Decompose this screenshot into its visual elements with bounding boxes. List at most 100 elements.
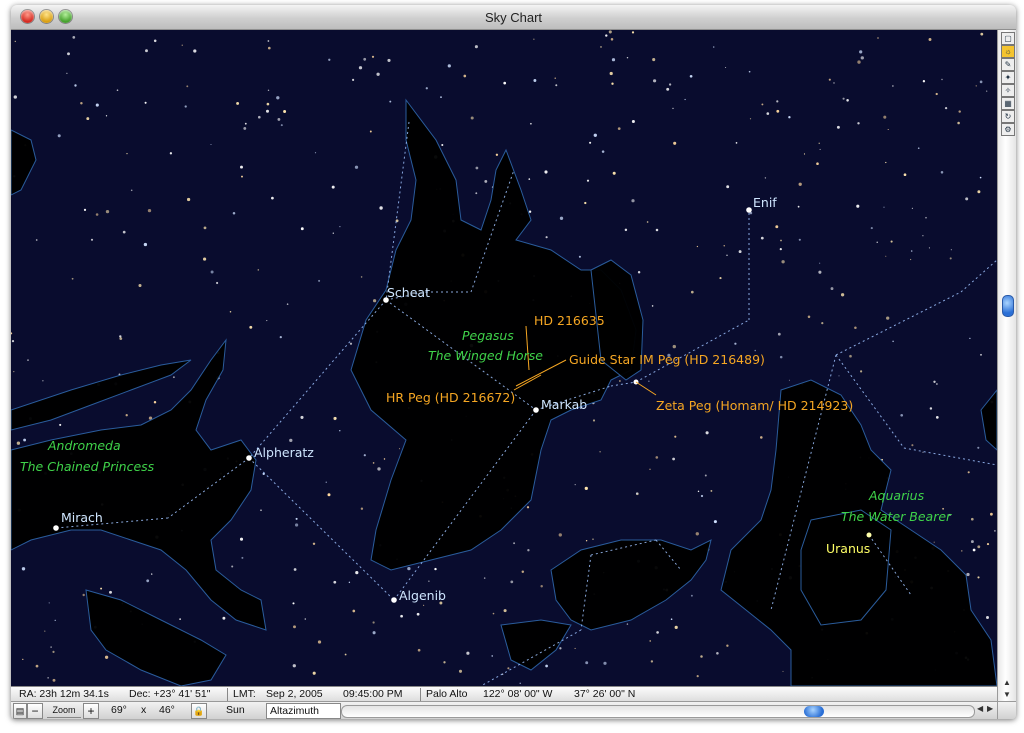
background-star <box>352 609 356 613</box>
background-star <box>876 241 878 243</box>
background-star <box>969 337 971 340</box>
resize-corner[interactable] <box>997 701 1016 719</box>
background-star <box>470 116 474 120</box>
ra-readout: RA: 23h 12m 34.1s <box>19 688 109 700</box>
background-star <box>35 239 38 241</box>
background-star <box>780 239 782 242</box>
background-star <box>776 100 779 103</box>
background-star <box>735 142 738 144</box>
background-star <box>716 652 719 655</box>
background-star <box>239 537 244 541</box>
background-star <box>775 225 779 229</box>
center-object-field[interactable]: Sun <box>226 703 245 717</box>
background-star <box>977 576 980 579</box>
background-star <box>725 66 727 69</box>
rotate-icon[interactable]: ↻ <box>1001 110 1015 123</box>
scroll-right-arrow-icon[interactable]: ▶ <box>987 704 993 713</box>
background-star <box>704 474 707 477</box>
background-star <box>153 401 157 404</box>
panel-toggle-icon[interactable]: ▤ <box>13 703 27 719</box>
background-star <box>936 383 938 385</box>
background-star <box>277 117 281 121</box>
background-star <box>749 118 752 120</box>
background-star <box>13 95 17 99</box>
background-star <box>181 44 183 46</box>
background-star <box>886 316 890 320</box>
lock-icon[interactable]: 🔒 <box>191 703 207 719</box>
background-star <box>331 185 335 189</box>
pen-icon[interactable]: ✎ <box>1001 58 1015 71</box>
background-star <box>949 257 952 260</box>
title-bar[interactable]: Sky Chart <box>11 5 1016 30</box>
background-star <box>586 179 590 182</box>
background-star <box>816 162 819 165</box>
background-star <box>105 115 108 117</box>
vertical-scrollbar[interactable]: ▢ ☼ ✎ ✦ ✧ ▦ ↻ ⚙ ▲ ▼ <box>997 30 1016 705</box>
background-star <box>957 121 960 125</box>
filter-icon[interactable]: ✧ <box>1001 84 1015 97</box>
scroll-left-arrow-icon[interactable]: ◀ <box>977 704 983 713</box>
background-star <box>104 655 109 659</box>
date-readout: Sep 2, 2005 <box>266 688 323 700</box>
background-star <box>967 471 970 474</box>
background-star <box>186 197 191 202</box>
background-star <box>696 674 699 678</box>
label-hr-peg: HR Peg (HD 216672) <box>386 390 515 405</box>
scroll-up-arrow-icon[interactable]: ▲ <box>1003 678 1011 687</box>
grid-icon[interactable]: ▦ <box>1001 97 1015 110</box>
background-star <box>748 70 751 73</box>
background-star <box>286 303 289 305</box>
background-star <box>503 609 507 613</box>
location-name: Palo Alto <box>426 688 468 700</box>
background-star <box>463 74 467 78</box>
background-star <box>911 444 914 447</box>
vertical-scroll-thumb[interactable] <box>1002 295 1014 317</box>
background-star <box>266 320 268 322</box>
background-star <box>788 379 790 381</box>
background-star <box>619 380 621 382</box>
settings-icon[interactable]: ⚙ <box>1001 123 1015 136</box>
label-algenib: Algenib <box>399 588 446 603</box>
background-star <box>376 72 380 76</box>
scroll-down-arrow-icon[interactable]: ▼ <box>1003 690 1011 699</box>
fov-height[interactable]: 46° <box>159 703 175 717</box>
stars-icon[interactable]: ✦ <box>1001 71 1015 84</box>
zoom-out-button[interactable]: − <box>27 703 43 719</box>
background-star <box>327 493 331 497</box>
background-star <box>526 506 530 509</box>
background-star <box>766 112 770 115</box>
sky-chart-canvas[interactable]: Enif Scheat Markab Alpheratz Mirach Alge… <box>11 30 997 686</box>
time-readout: 09:45:00 PM <box>343 688 403 700</box>
background-star <box>944 106 948 110</box>
background-star <box>475 192 478 195</box>
background-star <box>300 227 304 231</box>
background-star <box>860 56 864 60</box>
background-star <box>966 572 970 577</box>
background-star <box>216 281 219 285</box>
window-icon[interactable]: ▢ <box>1001 32 1015 45</box>
background-star <box>513 542 516 545</box>
background-star <box>145 49 148 53</box>
background-star <box>389 100 392 103</box>
background-star <box>229 310 232 313</box>
horizontal-scrollbar[interactable] <box>341 705 975 718</box>
background-star <box>271 196 274 200</box>
background-star <box>312 671 316 675</box>
background-star <box>574 647 576 649</box>
background-star <box>928 38 932 41</box>
background-star <box>958 110 961 113</box>
sun-icon[interactable]: ☼ <box>1001 45 1015 58</box>
background-star <box>428 580 430 582</box>
background-star <box>11 340 15 343</box>
background-star <box>475 166 479 170</box>
background-star <box>624 228 628 232</box>
zoom-in-button[interactable]: + <box>83 703 99 719</box>
horizontal-scroll-thumb[interactable] <box>804 706 824 717</box>
background-star <box>738 250 742 254</box>
background-star <box>885 161 887 164</box>
fov-width[interactable]: 69° <box>111 703 127 717</box>
projection-select[interactable]: Altazimuth <box>266 703 341 719</box>
background-star <box>348 581 351 584</box>
background-star <box>782 670 784 672</box>
star-enif <box>746 207 752 213</box>
